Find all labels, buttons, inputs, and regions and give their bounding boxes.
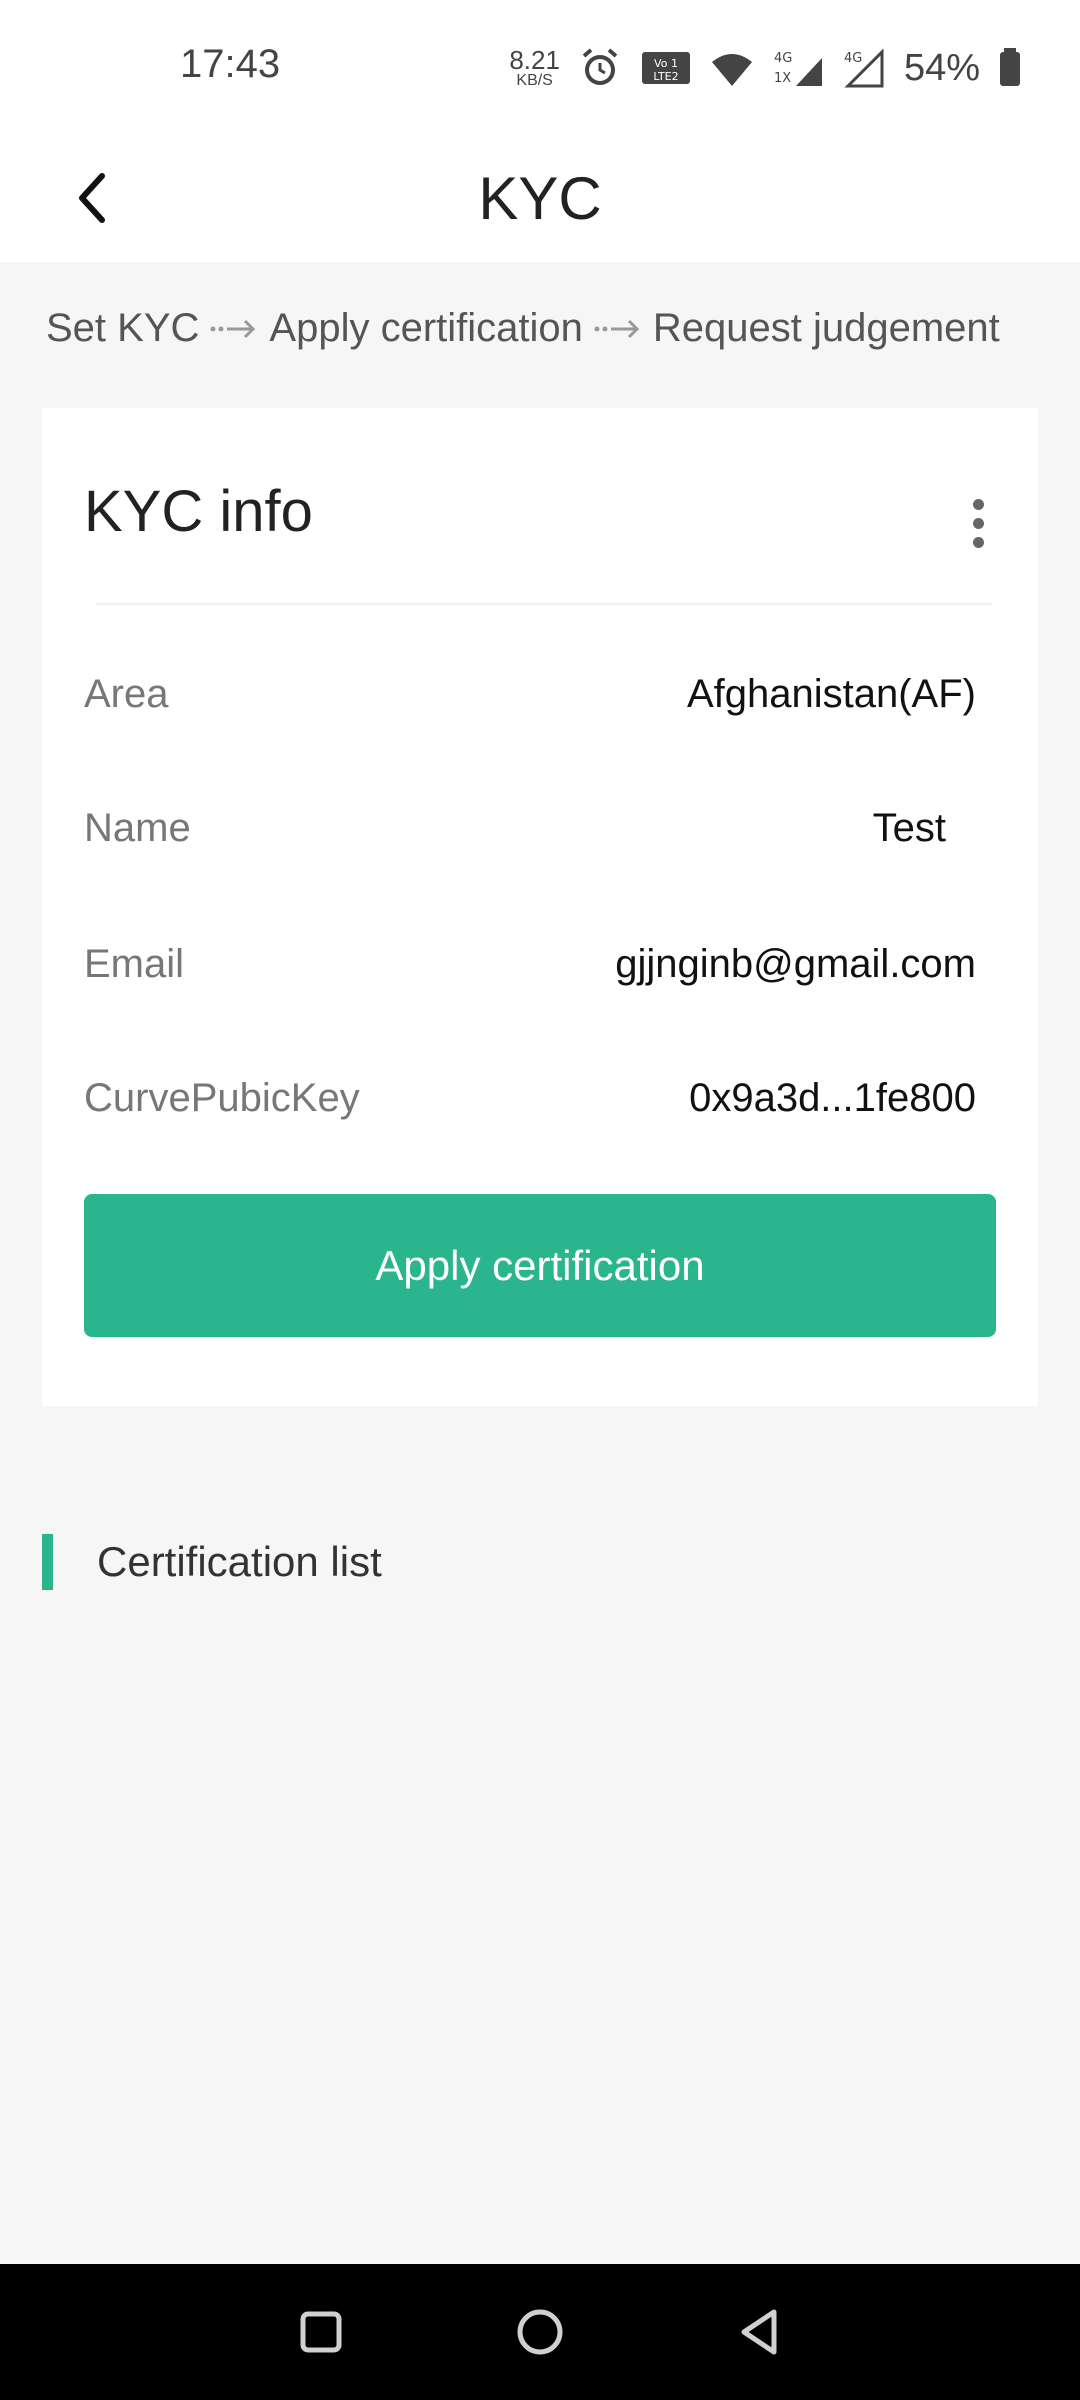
svg-text:LTE2: LTE2 <box>653 70 678 83</box>
divider <box>96 603 992 605</box>
status-time: 17:43 <box>180 42 281 86</box>
step-apply-certification: Apply certification <box>269 306 583 350</box>
more-vertical-icon <box>972 498 984 510</box>
info-label: Area <box>84 671 169 716</box>
dotted-arrow-icon <box>594 319 640 338</box>
page-title: KYC <box>478 165 602 232</box>
net-speed: 8.21 KB/S <box>509 47 560 89</box>
svg-text:1X: 1X <box>774 71 791 86</box>
step-request-judgement: Request judgement <box>652 306 1000 350</box>
net-speed-unit: KB/S <box>516 72 553 89</box>
kyc-info-card: KYC info Area Afghanistan(AF) Name Test … <box>42 408 1038 1406</box>
apply-certification-button[interactable]: Apply certification <box>84 1194 996 1337</box>
card-title: KYC info <box>84 479 313 544</box>
alarm-icon <box>582 48 618 85</box>
signal-4g-1x-icon: 4G 1X <box>774 51 822 86</box>
info-value: gjjnginb@gmail.com <box>615 941 976 986</box>
certification-list-header: Certification list <box>42 1534 382 1590</box>
battery-percent: 54% <box>903 46 980 89</box>
app-bar: KYC <box>0 136 1080 262</box>
svg-text:Vo 1: Vo 1 <box>654 57 678 70</box>
section-accent-bar <box>42 1534 53 1590</box>
kyc-steps: Set KYC Apply certification Request judg… <box>46 306 1000 351</box>
recents-button[interactable] <box>279 2290 363 2374</box>
dotted-arrow-icon <box>210 319 256 338</box>
back-nav-button[interactable] <box>718 2290 802 2374</box>
recents-icon <box>300 2311 342 2353</box>
info-row-name: Name Test <box>84 798 946 858</box>
signal-4g-icon: 4G <box>844 48 884 88</box>
volte-icon: Vo 1 LTE2 <box>641 52 690 84</box>
section-title: Certification list <box>97 1538 382 1585</box>
battery-icon <box>1000 48 1020 86</box>
info-value: 0x9a3d...1fe800 <box>689 1075 976 1120</box>
info-label: Email <box>84 941 185 986</box>
info-value: Afghanistan(AF) <box>686 671 976 716</box>
info-value: Test <box>872 805 946 850</box>
more-vertical-dot <box>972 536 984 548</box>
svg-text:4G: 4G <box>844 51 862 66</box>
wifi-icon <box>711 54 752 86</box>
info-label: CurvePubicKey <box>84 1075 360 1120</box>
net-speed-value: 8.21 <box>509 45 560 75</box>
info-row-area: Area Afghanistan(AF) <box>84 664 976 724</box>
more-options-button[interactable] <box>948 488 1008 558</box>
info-row-email: Email gjjnginb@gmail.com <box>84 934 976 994</box>
system-nav-bar <box>0 2264 1080 2400</box>
home-icon <box>517 2309 563 2355</box>
home-button[interactable] <box>498 2290 582 2374</box>
info-label: Name <box>84 805 191 850</box>
status-icons: 8.21 KB/S Vo 1 LTE2 4G 1X 4G 54% <box>509 40 1022 96</box>
info-row-curve-public-key: CurvePubicKey 0x9a3d...1fe800 <box>84 1068 976 1128</box>
more-vertical-dot <box>972 517 984 529</box>
svg-text:4G: 4G <box>774 51 792 66</box>
step-set-kyc: Set KYC <box>46 306 200 350</box>
status-bar: 17:43 8.21 KB/S Vo 1 LTE2 4G 1X 4G 54% <box>0 0 1080 136</box>
back-icon <box>741 2309 777 2355</box>
